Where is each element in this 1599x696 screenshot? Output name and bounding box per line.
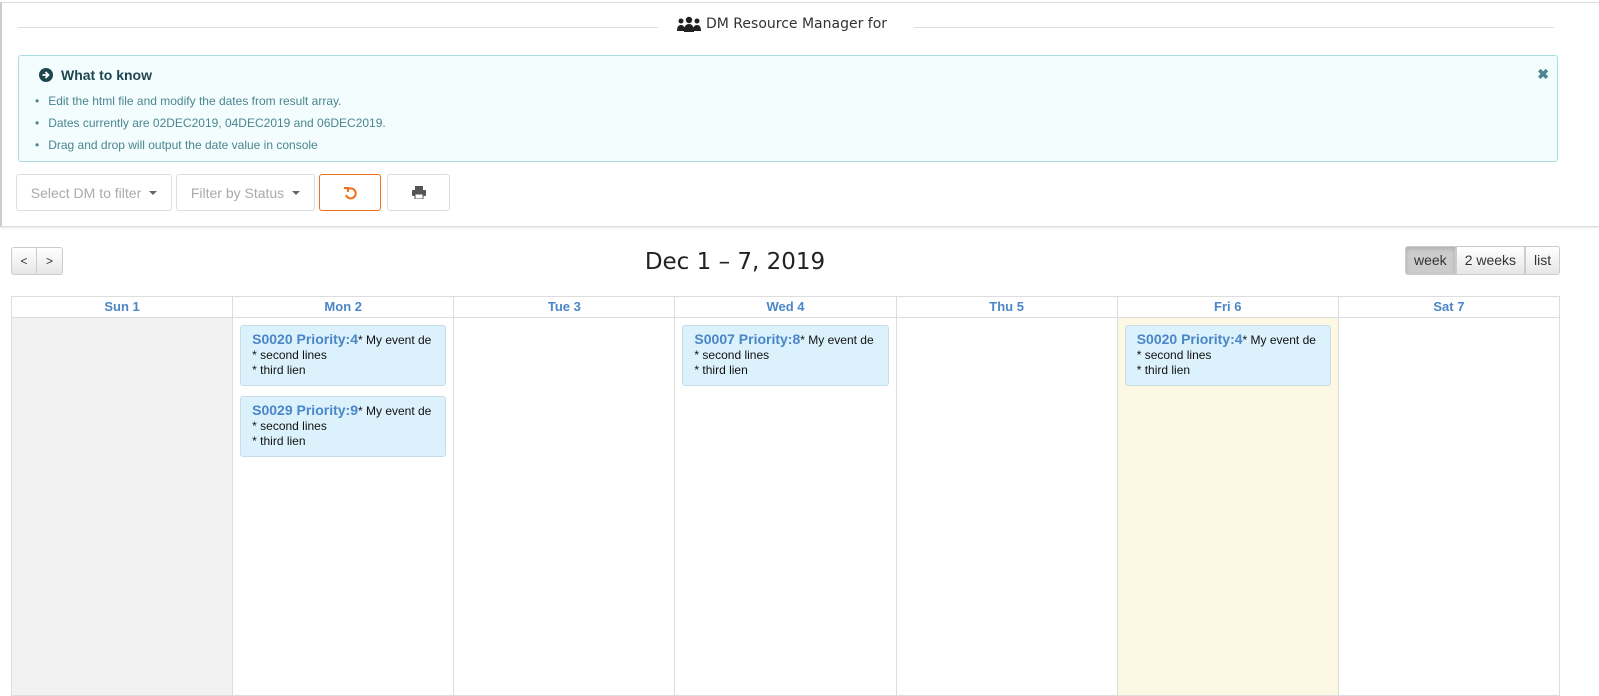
event-line: * second lines: [1136, 348, 1212, 362]
event-title: S0007 Priority:8: [694, 331, 801, 347]
view-list-button[interactable]: list: [1525, 246, 1561, 275]
calendar-title: Dec 1 – 7, 2019: [644, 249, 826, 275]
dm-filter-select[interactable]: Select DM to filter: [16, 174, 172, 211]
event-line: * second lines: [694, 348, 770, 362]
divider: [914, 27, 1554, 28]
event-line: * My event de: [357, 333, 432, 347]
day-header[interactable]: Sun 1: [12, 297, 233, 318]
event-line: * second lines: [252, 419, 327, 433]
day-column[interactable]: Thu 5: [896, 297, 1118, 695]
day-cell[interactable]: S0007 Priority:8* My event de * second li…: [675, 318, 895, 695]
day-column[interactable]: Sun 1: [12, 297, 234, 695]
close-icon[interactable]: ✖: [1537, 66, 1549, 83]
day-cell[interactable]: [1339, 318, 1559, 695]
calendar-event[interactable]: S0029 Priority:9* My event de * second li…: [240, 396, 447, 457]
print-icon: [411, 186, 426, 199]
calendar-event[interactable]: S0020 Priority:4* My event de * second li…: [240, 325, 447, 386]
day-column[interactable]: Wed 4 S0007 Priority:8* My event de * seco…: [675, 297, 897, 695]
event-title: S0029 Priority:9: [252, 402, 358, 418]
day-column[interactable]: Sat 7: [1338, 297, 1559, 695]
calendar-event[interactable]: S0007 Priority:8* My event de * second li…: [682, 325, 889, 386]
day-cell[interactable]: S0020 Priority:4* My event de * second li…: [233, 318, 453, 695]
event-title: S0020 Priority:4: [252, 331, 358, 347]
day-cell[interactable]: [454, 318, 674, 695]
caret-down-icon: [292, 190, 301, 195]
event-title: S0020 Priority:4: [1136, 331, 1243, 347]
event-line: * third lien: [252, 363, 306, 377]
view-week-button[interactable]: week: [1405, 246, 1456, 275]
day-header[interactable]: Wed 4: [675, 297, 896, 318]
day-header[interactable]: Thu 5: [896, 297, 1117, 318]
alert-item: Edit the html file and modify the dates …: [35, 90, 386, 112]
info-alert: What to know Edit the html file and modi…: [18, 55, 1558, 162]
day-cell[interactable]: [12, 318, 233, 695]
view-2weeks-button[interactable]: 2 weeks: [1455, 246, 1526, 275]
day-cell[interactable]: [897, 318, 1117, 695]
event-line: * My event de: [800, 333, 874, 347]
event-line: * third lien: [252, 434, 306, 448]
reset-button[interactable]: [319, 174, 381, 211]
day-cell[interactable]: S0020 Priority:4* My event de * second li…: [1117, 318, 1338, 695]
event-line: * My event de: [1242, 333, 1316, 347]
divider: [18, 27, 658, 28]
day-header[interactable]: Mon 2: [233, 297, 454, 318]
status-filter-select[interactable]: Filter by Status: [176, 174, 315, 211]
print-button[interactable]: [387, 174, 450, 211]
day-column[interactable]: Fri 6 S0020 Priority:4* My event de * seco…: [1117, 297, 1339, 695]
day-header[interactable]: Sat 7: [1338, 297, 1559, 318]
day-column[interactable]: Tue 3: [454, 297, 676, 695]
alert-heading: What to know: [39, 67, 152, 83]
view-switcher: week 2 weeks list: [1405, 246, 1561, 275]
calendar-event[interactable]: S0020 Priority:4* My event de * second li…: [1124, 325, 1331, 386]
alert-item: Drag and drop will output the date value…: [35, 134, 386, 156]
day-column[interactable]: Mon 2 S0020 Priority:4* My event de * seco…: [233, 297, 455, 695]
event-line: * second lines: [252, 348, 327, 362]
day-header[interactable]: Tue 3: [454, 297, 675, 318]
event-line: * third lien: [1136, 363, 1191, 377]
arrow-circle-right-icon: [39, 68, 53, 82]
event-line: * My event de: [357, 404, 432, 418]
calendar-grid: Sun 1 Mon 2 S0020 Priority:4* My event de *…: [11, 296, 1560, 696]
undo-icon: [344, 186, 357, 199]
users-icon: [677, 16, 701, 32]
page-title: DM Resource Manager for: [676, 16, 887, 32]
alert-item: Dates currently are 02DEC2019, 04DEC2019…: [35, 112, 386, 134]
event-line: * third lien: [694, 363, 748, 377]
day-header[interactable]: Fri 6: [1117, 297, 1338, 318]
caret-down-icon: [149, 190, 158, 195]
